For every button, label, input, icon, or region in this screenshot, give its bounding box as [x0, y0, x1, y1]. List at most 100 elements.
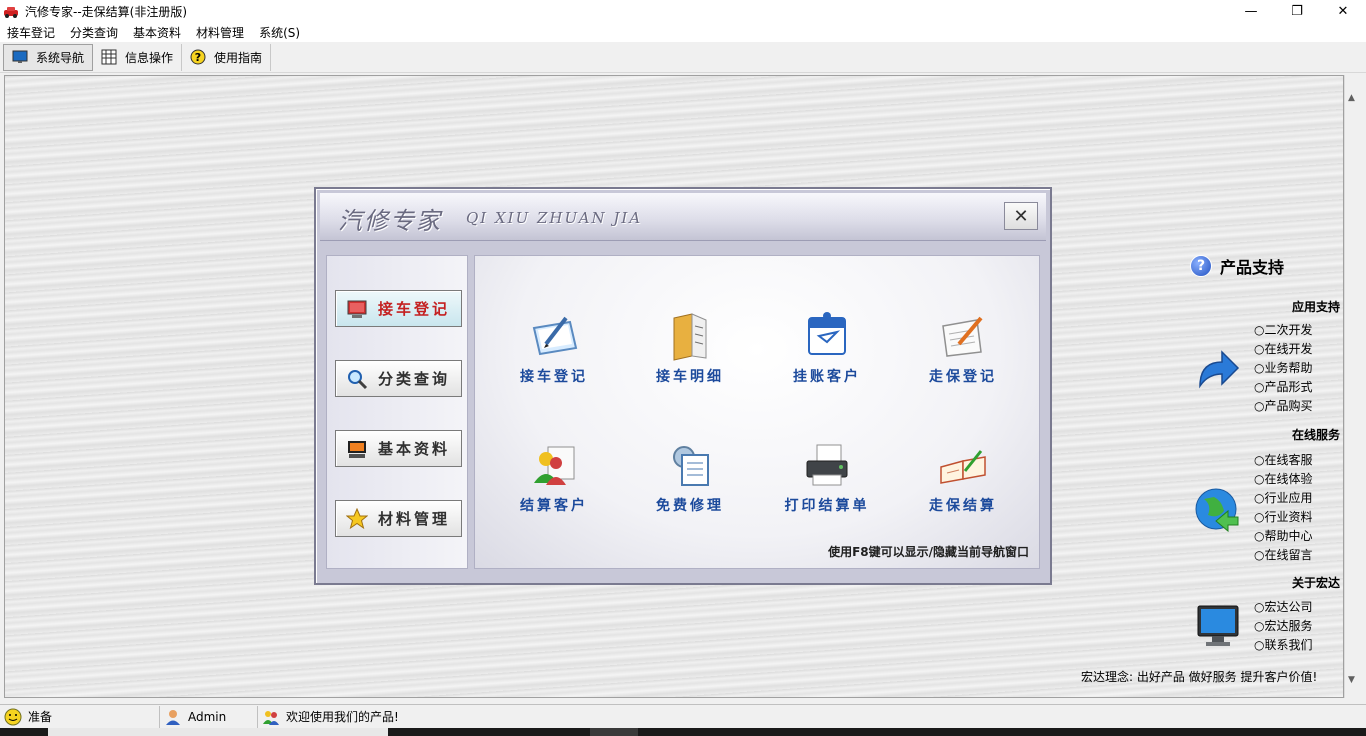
link-hongda-service[interactable]: ○宏达服务: [1254, 617, 1312, 636]
users-doc-icon: [526, 437, 582, 493]
note-pencil-icon: [935, 308, 991, 364]
monitor-red-icon: [346, 298, 368, 320]
dialog-close-button[interactable]: ✕: [1004, 202, 1038, 230]
link-product-form[interactable]: ○产品形式: [1254, 378, 1312, 397]
tile-label: 挂账客户: [793, 369, 861, 385]
side-button-label: 分类查询: [378, 370, 451, 388]
menu-bar: 接车登记 分类查询 基本资料 材料管理 系统(S): [0, 23, 1366, 42]
monitor-icon: [12, 49, 28, 65]
status-bar: 准备 Admin 欢迎使用我们的产品!: [0, 704, 1366, 728]
maximize-button[interactable]: ❐: [1274, 0, 1320, 23]
tile-settlement-customers[interactable]: 结算客户: [494, 437, 614, 515]
printer-icon: [799, 437, 855, 493]
user-icon: [164, 708, 182, 726]
link-industry-data[interactable]: ○行业资料: [1254, 508, 1312, 527]
dialog-side-panel: 接车登记 分类查询 基本资料 材料管理: [326, 255, 468, 569]
menu-query[interactable]: 分类查询: [63, 24, 126, 41]
tile-reception[interactable]: 接车登记: [494, 308, 614, 386]
side-button-materials[interactable]: 材料管理: [335, 500, 462, 537]
tile-free-repair[interactable]: 免费修理: [630, 437, 750, 515]
section-title-app-support: 应用支持: [1291, 300, 1340, 314]
link-online-support[interactable]: ○在线客服: [1254, 451, 1312, 470]
side-button-query[interactable]: 分类查询: [335, 360, 462, 397]
close-button[interactable]: ✕: [1320, 0, 1366, 23]
company-slogan: 宏达理念: 出好产品 做好服务 提升客户价值!: [1081, 670, 1318, 684]
svg-text:?: ?: [195, 51, 201, 64]
open-book-icon: [935, 437, 991, 493]
link-hongda-company[interactable]: ○宏达公司: [1254, 598, 1312, 617]
monitor-icon[interactable]: [1194, 602, 1242, 650]
status-user: Admin: [188, 709, 227, 724]
star-icon: [345, 507, 369, 530]
car-app-icon: [3, 5, 19, 19]
menu-basic-data[interactable]: 基本资料: [126, 24, 189, 41]
link-product-purchase[interactable]: ○产品购买: [1254, 397, 1312, 416]
tile-label: 免费修理: [656, 498, 724, 514]
link-industry-apps[interactable]: ○行业应用: [1254, 489, 1312, 508]
status-message-panel: 欢迎使用我们的产品!: [258, 706, 758, 728]
link-secondary-dev[interactable]: ○二次开发: [1254, 321, 1312, 340]
support-heading-text: 产品支持: [1220, 258, 1285, 277]
toolbar-user-guide[interactable]: ? 使用指南: [182, 43, 272, 71]
toolbar-system-nav[interactable]: 系统导航: [3, 43, 94, 71]
pen-pad-icon: [526, 308, 582, 364]
section-title-online-service: 在线服务: [1291, 428, 1340, 442]
link-contact-us[interactable]: ○联系我们: [1254, 636, 1312, 655]
grid-icon: [101, 49, 117, 65]
tile-credit-customers[interactable]: 挂账客户: [767, 308, 887, 386]
menu-materials[interactable]: 材料管理: [189, 24, 252, 41]
links-about: ○宏达公司 ○宏达服务 ○联系我们: [1254, 598, 1312, 655]
status-ready-panel: 准备: [0, 705, 160, 728]
tile-label: 打印结算单: [784, 498, 870, 514]
side-button-basic-data[interactable]: 基本资料: [335, 430, 462, 467]
tile-label: 走保登记: [929, 369, 997, 385]
link-online-message[interactable]: ○在线留言: [1254, 546, 1312, 565]
taskbar-app-button[interactable]: [590, 728, 638, 736]
calendar-icon: [799, 308, 855, 364]
toolbar-label: 使用指南: [214, 50, 263, 65]
gear-doc-icon: [662, 437, 718, 493]
product-support-panel: ? 产品支持 应用支持 ○二次开发 ○在线开发 ○业务帮助 ○产品形式 ○产品购…: [1180, 252, 1340, 692]
section-title-about: 关于宏达: [1291, 576, 1340, 590]
window-title: 汽修专家--走保结算(非注册版): [25, 5, 188, 19]
tile-label: 接车明细: [656, 369, 724, 385]
link-business-help[interactable]: ○业务帮助: [1254, 359, 1312, 378]
smiley-icon: [4, 708, 22, 726]
toolbar-label: 系统导航: [36, 50, 85, 65]
link-online-trial[interactable]: ○在线体验: [1254, 470, 1312, 489]
magnifier-icon: [346, 368, 368, 390]
toolbar-info-ops[interactable]: 信息操作: [93, 43, 183, 71]
tile-label: 结算客户: [520, 498, 588, 514]
links-online-service: ○在线客服 ○在线体验 ○行业应用 ○行业资料 ○帮助中心 ○在线留言: [1254, 451, 1312, 565]
dialog-title-en: QI XIU ZHUAN JIA: [466, 209, 643, 227]
support-heading: ? 产品支持: [1190, 254, 1284, 278]
menu-reception[interactable]: 接车登记: [0, 24, 63, 41]
tile-print-statement[interactable]: 打印结算单: [767, 437, 887, 515]
taskbar-search-box[interactable]: [48, 728, 388, 736]
links-app-support: ○二次开发 ○在线开发 ○业务帮助 ○产品形式 ○产品购买: [1254, 321, 1312, 416]
side-button-label: 基本资料: [378, 440, 451, 458]
link-help-center[interactable]: ○帮助中心: [1254, 527, 1312, 546]
vertical-scrollbar[interactable]: ▲ ▼: [1344, 75, 1361, 698]
status-text: 准备: [28, 710, 53, 724]
dialog-title-cn: 汽修专家: [338, 207, 442, 235]
globe-icon[interactable]: [1194, 485, 1242, 533]
status-user-panel: Admin: [160, 705, 258, 728]
status-message: 欢迎使用我们的产品!: [286, 710, 399, 724]
scroll-up-icon[interactable]: ▲: [1348, 93, 1355, 103]
help-icon: ?: [190, 49, 206, 65]
side-button-label: 材料管理: [378, 510, 451, 528]
scroll-down-icon[interactable]: ▼: [1348, 675, 1355, 685]
arrow-icon[interactable]: [1194, 346, 1242, 394]
tile-warranty-register[interactable]: 走保登记: [903, 308, 1023, 386]
side-button-reception[interactable]: 接车登记: [335, 290, 462, 327]
minimize-button[interactable]: —: [1228, 0, 1274, 23]
computer-icon: [346, 438, 368, 460]
link-online-dev[interactable]: ○在线开发: [1254, 340, 1312, 359]
toolbar: 系统导航 信息操作 ? 使用指南: [0, 42, 1366, 73]
os-taskbar: [0, 728, 1366, 736]
menu-system[interactable]: 系统(S): [252, 24, 308, 41]
tile-reception-detail[interactable]: 接车明细: [630, 308, 750, 386]
dialog-hint: 使用F8键可以显示/隐藏当前导航窗口: [828, 545, 1029, 559]
tile-warranty-settlement[interactable]: 走保结算: [903, 437, 1023, 515]
